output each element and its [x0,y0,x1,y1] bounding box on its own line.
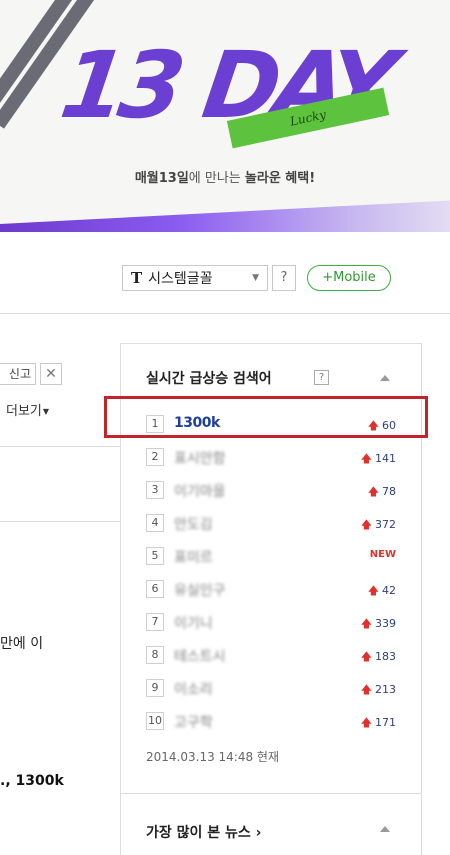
caret-down-icon: ▼ [252,273,259,283]
more-link-label: 더보기 [6,404,42,419]
rank-keyword[interactable]: 이소리 [174,679,213,699]
banner-tagline: 매월13일에 만나는 놀라운 혜택! [0,167,450,186]
rank-keyword[interactable]: 안도김 [174,514,213,534]
rank-change: 🡅 42 [368,582,396,601]
rank-change: 🡅 60 [368,417,396,436]
article-text-fragment: 만에 이 [0,636,44,652]
collapse-icon[interactable] [380,826,390,832]
arrow-up-icon: 🡅 [360,518,372,531]
article-text-fragment: ., 1300k [0,773,64,789]
trending-row[interactable]: 3 이기마을 🡅 78 [146,480,396,502]
tagline-part: 놀라운 혜택! [244,171,316,186]
rank-keyword[interactable]: 이기마을 [174,481,226,501]
rank-number: 2 [146,448,164,466]
trending-row[interactable]: 5 표미르 NEW [146,546,396,568]
font-icon: T [131,269,143,287]
trending-title: 실시간 급상승 검색어 [146,371,272,387]
rank-change: 🡅 339 [361,615,396,634]
more-link[interactable]: 더보기▼ [6,400,49,419]
rank-keyword[interactable]: 표시안함 [174,448,226,468]
rank-number: 9 [146,679,164,697]
rank-change: 🡅 183 [361,648,396,667]
trending-help-icon[interactable]: ? [314,370,329,385]
rank-change: 🡅 171 [361,714,396,733]
rank-change-value: 372 [375,518,396,531]
rank-change-value: 141 [375,452,396,465]
arrow-up-icon: 🡅 [360,650,372,663]
rank-keyword[interactable]: 유실인구 [174,580,226,600]
arrow-up-icon: 🡅 [360,617,372,630]
rank-keyword[interactable]: 표미르 [174,547,213,567]
trending-row[interactable]: 7 이기니 🡅 339 [146,612,396,634]
trending-timestamp: 2014.03.13 14:48 현재 [146,750,279,764]
most-viewed-news-link[interactable]: 가장 많이 본 뉴스 › [146,822,261,842]
divider [120,793,422,794]
font-select-label: 시스템글꼴 [148,271,213,287]
arrow-up-icon: 🡅 [360,716,372,729]
arrow-up-icon: 🡅 [360,452,372,465]
arrow-up-icon: 🡅 [367,584,379,597]
trending-row[interactable]: 4 안도김 🡅 372 [146,513,396,535]
divider [0,521,120,522]
tagline-part: 매월13일 [134,171,189,186]
trending-row[interactable]: 8 테스트시 🡅 183 [146,645,396,667]
rank-change-value: 171 [375,716,396,729]
arrow-up-icon: 🡅 [360,683,372,696]
rank-change-value: 183 [375,650,396,663]
trending-row[interactable]: 2 표시안함 🡅 141 [146,447,396,469]
font-select[interactable]: T 시스템글꼴 ▼ [122,265,268,291]
rank-change-value: 42 [382,584,396,597]
rank-change-value: 78 [382,485,396,498]
rank-change-value: 339 [375,617,396,630]
rank-change: 🡅 213 [361,681,396,700]
close-icon[interactable]: ✕ [40,363,62,385]
rank-number: 3 [146,481,164,499]
trending-row[interactable]: 1 1300k 🡅 60 [146,414,396,436]
banner-white-edge [0,232,450,245]
new-badge: NEW [369,549,396,560]
rank-keyword[interactable]: 테스트시 [174,646,226,666]
rank-number: 4 [146,514,164,532]
rank-keyword[interactable]: 고구학 [174,712,213,732]
rank-change-value: 213 [375,683,396,696]
rank-number: 8 [146,646,164,664]
rank-number: 1 [146,415,164,433]
rank-change-value: 60 [382,419,396,432]
rank-number: 5 [146,547,164,565]
rank-keyword[interactable]: 이기니 [174,613,213,633]
rank-keyword[interactable]: 1300k [174,415,220,431]
report-button[interactable]: 신고 [0,363,36,385]
font-help-button[interactable]: ? [272,265,296,291]
arrow-up-icon: 🡅 [367,485,379,498]
rank-number: 6 [146,580,164,598]
tagline-part: 에 만나는 [188,171,245,186]
rank-number: 7 [146,613,164,631]
mobile-button[interactable]: +Mobile [307,265,391,291]
caret-down-icon: ▼ [42,407,50,416]
trending-row[interactable]: 6 유실인구 🡅 42 [146,579,396,601]
collapse-icon[interactable] [380,375,390,381]
trending-row[interactable]: 10 고구학 🡅 171 [146,711,396,733]
panel-border-top [120,343,422,344]
top-controls: T 시스템글꼴 ▼ ? +Mobile [0,262,450,294]
arrow-up-icon: 🡅 [367,419,379,432]
rank-change: 🡅 372 [361,516,396,535]
rank-change: 🡅 78 [368,483,396,502]
trending-row[interactable]: 9 이소리 🡅 213 [146,678,396,700]
divider [0,446,120,447]
promo-banner[interactable]: 13 DAY Lucky 매월13일에 만나는 놀라운 혜택! [0,0,450,245]
rank-change: 🡅 141 [361,450,396,469]
rank-number: 10 [146,712,164,730]
divider [0,313,450,314]
